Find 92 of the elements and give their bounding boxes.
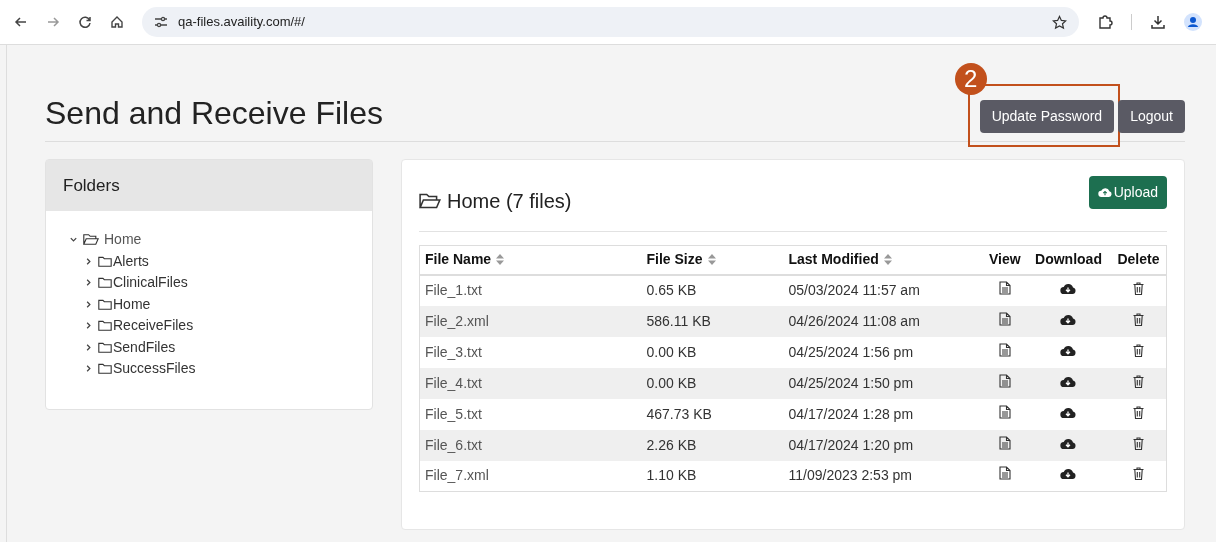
trash-icon[interactable] — [1132, 343, 1144, 357]
open-folder-icon — [83, 233, 99, 247]
file-size: 467.73 KB — [646, 405, 712, 422]
chevron-right-icon[interactable] — [84, 321, 93, 331]
file-name-link[interactable]: File_6.txt — [425, 436, 482, 453]
address-bar[interactable]: qa-files.availity.com/#/ — [142, 7, 1079, 37]
file-icon[interactable] — [998, 435, 1011, 450]
folder-icon — [98, 341, 112, 353]
modified-date: 04/17/2024 1:20 pm — [788, 436, 914, 453]
folder-icon — [98, 277, 112, 289]
cloud-upload-icon — [1097, 187, 1112, 198]
chevron-right-icon[interactable] — [84, 256, 93, 266]
folder-heading: Home (7 files) — [447, 188, 572, 214]
folder-icon — [98, 298, 112, 310]
step-number-badge: 2 — [954, 63, 987, 95]
puzzle-icon[interactable] — [1097, 14, 1113, 30]
logout-button[interactable]: Logout — [1118, 100, 1185, 133]
cloud-download-icon[interactable] — [1060, 468, 1077, 481]
file-name-link[interactable]: File_4.txt — [425, 374, 482, 391]
update-password-button[interactable]: Update Password — [979, 100, 1115, 133]
trash-icon[interactable] — [1132, 374, 1144, 388]
folder-icon — [98, 320, 112, 332]
column-header[interactable]: Last Modified — [788, 249, 879, 271]
sort-icon[interactable] — [496, 254, 505, 266]
file-icon[interactable] — [998, 281, 1011, 295]
sort-icon[interactable] — [883, 254, 892, 266]
modified-date: 04/17/2024 1:28 pm — [788, 405, 914, 422]
cloud-download-icon[interactable] — [1060, 313, 1077, 326]
open-folder-icon — [419, 191, 441, 210]
folder-item[interactable]: Alerts — [113, 250, 149, 272]
file-name-link[interactable]: File_5.txt — [425, 405, 482, 422]
file-icon[interactable] — [998, 342, 1011, 357]
folder-icon — [98, 255, 112, 267]
modified-date: 04/25/2024 1:50 pm — [788, 374, 914, 391]
download-icon[interactable] — [1150, 14, 1166, 30]
panel-title: Folders — [63, 174, 120, 197]
column-header: Delete — [1117, 250, 1160, 270]
trash-icon[interactable] — [1132, 436, 1144, 450]
file-name-link[interactable]: File_2.xml — [425, 312, 489, 329]
file-size: 1.10 KB — [646, 467, 697, 484]
file-icon[interactable] — [998, 466, 1011, 481]
trash-icon[interactable] — [1132, 282, 1144, 295]
column-header[interactable]: File Size — [646, 249, 703, 271]
forward-icon[interactable] — [46, 15, 60, 29]
trash-icon[interactable] — [1132, 405, 1144, 419]
folder-item[interactable]: ReceiveFiles — [113, 315, 194, 337]
column-header: View — [989, 250, 1021, 270]
chevron-down-icon[interactable] — [69, 235, 78, 245]
modified-date: 04/26/2024 11:08 am — [788, 312, 920, 329]
folder-item[interactable]: ClinicalFiles — [113, 272, 188, 294]
folder-icon — [98, 363, 112, 375]
modified-date: 04/25/2024 1:56 pm — [788, 343, 914, 360]
chevron-right-icon[interactable] — [84, 342, 93, 352]
chevron-right-icon[interactable] — [84, 278, 93, 288]
file-icon[interactable] — [998, 373, 1011, 388]
file-icon[interactable] — [998, 404, 1011, 419]
folder-item[interactable]: Home — [113, 293, 151, 315]
bookmark-star-icon[interactable] — [1052, 14, 1067, 30]
cloud-download-icon[interactable] — [1060, 283, 1077, 295]
cloud-download-icon[interactable] — [1060, 344, 1077, 357]
file-size: 0.00 KB — [646, 343, 697, 360]
file-name-link[interactable]: File_3.txt — [425, 343, 482, 360]
file-size: 2.26 KB — [646, 436, 697, 453]
file-icon[interactable] — [998, 311, 1011, 326]
sort-icon[interactable] — [707, 254, 716, 266]
profile-icon[interactable] — [1184, 13, 1202, 31]
folder-item[interactable]: SendFiles — [113, 336, 176, 358]
modified-date: 05/03/2024 11:57 am — [788, 282, 920, 298]
file-size: 586.11 KB — [646, 312, 711, 329]
trash-icon[interactable] — [1132, 312, 1144, 326]
chevron-right-icon[interactable] — [84, 299, 93, 309]
folder-item[interactable]: SuccessFiles — [113, 358, 196, 380]
cloud-download-icon[interactable] — [1060, 375, 1077, 388]
cloud-download-icon[interactable] — [1060, 437, 1077, 450]
page-title: Send and Receive Files — [45, 97, 383, 129]
home-icon[interactable] — [110, 15, 124, 29]
back-icon[interactable] — [14, 15, 28, 29]
trash-icon[interactable] — [1132, 467, 1144, 481]
file-size: 0.65 KB — [646, 282, 697, 298]
reload-icon[interactable] — [78, 15, 92, 29]
url-text: qa-files.availity.com/#/ — [178, 13, 305, 32]
file-name-link[interactable]: File_7.xml — [425, 467, 489, 484]
file-size: 0.00 KB — [646, 374, 697, 391]
chevron-right-icon[interactable] — [84, 364, 93, 374]
folder-item[interactable]: Home — [104, 229, 142, 251]
modified-date: 11/09/2023 2:53 pm — [788, 467, 912, 484]
column-header: Download — [1035, 250, 1102, 270]
upload-button[interactable]: Upload — [1088, 176, 1167, 209]
column-header[interactable]: File Name — [425, 249, 492, 271]
site-settings-icon[interactable] — [154, 16, 168, 28]
cloud-download-icon[interactable] — [1060, 406, 1077, 419]
file-name-link[interactable]: File_1.txt — [425, 282, 482, 298]
